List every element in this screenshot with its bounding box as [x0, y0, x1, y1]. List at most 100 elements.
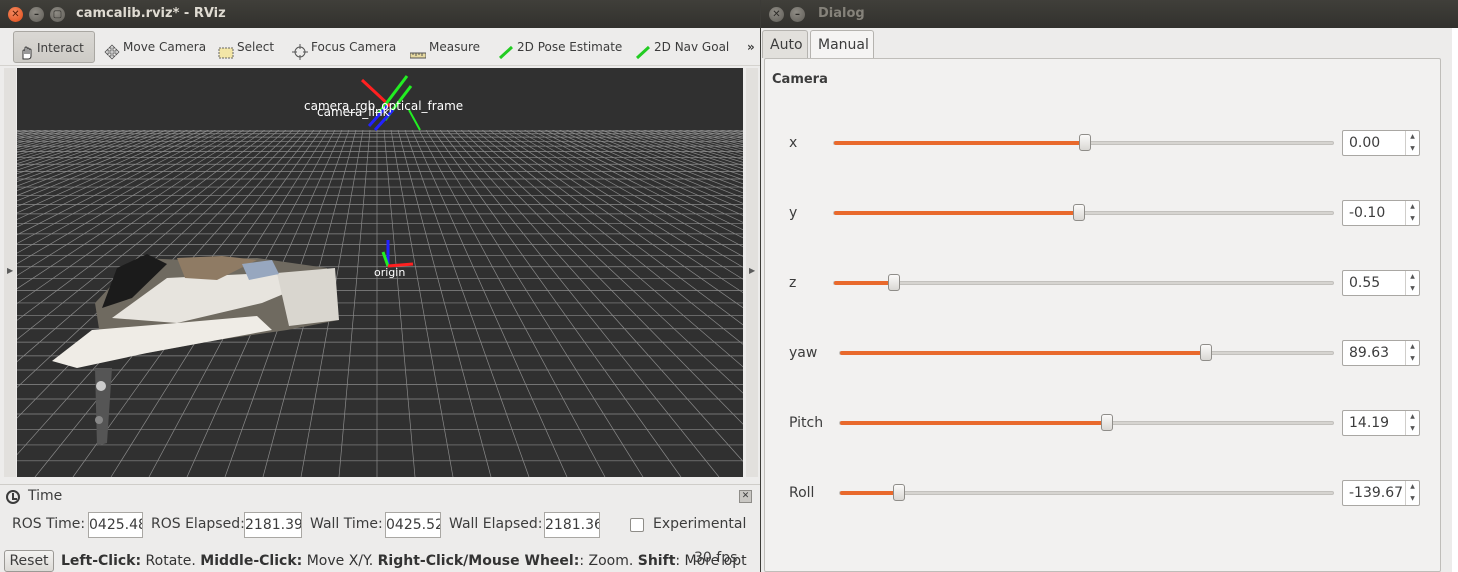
ros-time-field[interactable]: 0425.48	[88, 512, 143, 538]
shift-key: Shift	[637, 553, 676, 569]
crosshair-icon	[292, 40, 308, 60]
experimental-checkbox[interactable]	[630, 518, 644, 532]
toolbar-overflow-button[interactable]: »	[743, 31, 755, 63]
slider-label-roll: Roll	[789, 485, 815, 501]
measure-tool-button[interactable]: Measure	[406, 31, 480, 63]
slider-x[interactable]	[833, 134, 1334, 151]
minimize-window-button[interactable]: –	[29, 7, 44, 22]
slider-label-yaw: yaw	[789, 345, 818, 361]
left-click-desc: Rotate.	[141, 553, 201, 569]
spinbox-value: 0.55	[1349, 275, 1381, 291]
3d-scene: camera_rgb_optical_frame camera_link ori…	[17, 68, 743, 477]
wall-time-label: Wall Time:	[310, 516, 383, 532]
slider-label-pitch: Pitch	[789, 415, 824, 431]
origin-axes	[381, 240, 414, 268]
tab-manual[interactable]: Manual	[810, 30, 874, 60]
spinbox-x[interactable]: 0.00 ▲ ▼	[1342, 130, 1420, 156]
spin-arrows-icon[interactable]: ▲ ▼	[1405, 271, 1419, 295]
fps-readout: 30 fps	[694, 550, 738, 566]
slider-label-x: x	[789, 135, 798, 151]
spinbox-value: 14.19	[1349, 415, 1390, 431]
spinbox-pitch[interactable]: 14.19 ▲ ▼	[1342, 410, 1420, 436]
tab-auto[interactable]: Auto	[762, 30, 808, 58]
spin-arrows-icon[interactable]: ▲ ▼	[1405, 131, 1419, 155]
close-window-button[interactable]: ✕	[8, 7, 23, 22]
focus-camera-tool-button[interactable]: Focus Camera	[288, 31, 396, 63]
window-title: camcalib.rviz* - RViz	[76, 6, 226, 21]
reset-button[interactable]: Reset	[4, 550, 54, 572]
time-panel-header: Time ✕	[4, 487, 756, 507]
dialog-title: Dialog	[818, 6, 865, 21]
interact-tool-button[interactable]: Interact	[13, 31, 95, 63]
measure-label: Measure	[429, 40, 480, 54]
focus-camera-label: Focus Camera	[311, 40, 397, 54]
pose-estimate-tool-button[interactable]: 2D Pose Estimate	[494, 31, 622, 63]
dialog-titlebar: ✕ – Dialog	[761, 0, 1458, 28]
close-panel-button[interactable]: ✕	[739, 490, 752, 503]
wall-time-field[interactable]: 0425.52	[385, 512, 441, 538]
origin-label: origin	[374, 266, 405, 279]
slider-z[interactable]	[833, 274, 1334, 291]
left-dock-handle[interactable]: ▶	[4, 68, 16, 477]
ros-elapsed-label: ROS Elapsed:	[151, 516, 245, 532]
experimental-label: Experimental	[653, 516, 747, 532]
interact-label: Interact	[37, 41, 84, 55]
spinbox-value: 89.63	[1349, 345, 1390, 361]
right-click-desc: : Zoom.	[579, 553, 638, 569]
nav-goal-tool-button[interactable]: 2D Nav Goal	[631, 31, 729, 63]
status-help-text: Left-Click: Rotate. Middle-Click: Move X…	[61, 553, 747, 569]
background-window-edge	[1452, 28, 1458, 572]
spinbox-y[interactable]: -0.10 ▲ ▼	[1342, 200, 1420, 226]
slider-roll[interactable]	[839, 484, 1334, 501]
slider-handle[interactable]	[888, 274, 901, 291]
spin-arrows-icon[interactable]: ▲ ▼	[1405, 411, 1419, 435]
move-camera-tool-button[interactable]: Move Camera	[100, 31, 206, 63]
rviz-window: ✕ – ▢ camcalib.rviz* - RViz Interact Mov…	[0, 0, 760, 572]
wall-elapsed-label: Wall Elapsed:	[449, 516, 543, 532]
spinbox-value: -139.67	[1349, 485, 1404, 501]
select-box-icon	[218, 40, 234, 58]
middle-click-desc: Move X/Y.	[302, 553, 378, 569]
slider-y[interactable]	[833, 204, 1334, 221]
slider-handle[interactable]	[1200, 344, 1213, 361]
slider-label-y: y	[789, 205, 798, 221]
clock-icon	[6, 490, 20, 504]
slider-yaw[interactable]	[839, 344, 1334, 361]
expand-left-icon: ▶	[7, 266, 14, 275]
maximize-window-button[interactable]: ▢	[50, 7, 65, 22]
slider-handle[interactable]	[1101, 414, 1114, 431]
minimize-window-button[interactable]: –	[790, 7, 805, 22]
ros-time-label: ROS Time:	[12, 516, 86, 532]
spinbox-yaw[interactable]: 89.63 ▲ ▼	[1342, 340, 1420, 366]
camera-section-title: Camera	[772, 72, 828, 87]
slider-handle[interactable]	[1073, 204, 1086, 221]
3d-viewport[interactable]: camera_rgb_optical_frame camera_link ori…	[17, 68, 743, 477]
spinbox-value: 0.00	[1349, 135, 1381, 151]
point-cloud	[52, 254, 339, 446]
green-arrow-icon	[498, 40, 514, 59]
spin-arrows-icon[interactable]: ▲ ▼	[1405, 341, 1419, 365]
frame-label-secondary: camera_link	[317, 105, 390, 119]
slider-fill	[834, 281, 895, 285]
spin-arrows-icon[interactable]: ▲ ▼	[1405, 481, 1419, 505]
wall-elapsed-field[interactable]: 2181.36	[544, 512, 600, 538]
close-window-button[interactable]: ✕	[769, 7, 784, 22]
spinbox-roll[interactable]: -139.67 ▲ ▼	[1342, 480, 1420, 506]
rviz-toolbar: Interact Move Camera Select Focus Camera…	[0, 28, 760, 66]
time-panel-title: Time	[28, 488, 63, 504]
left-click-key: Left-Click:	[61, 553, 142, 569]
pose-estimate-label: 2D Pose Estimate	[517, 40, 623, 54]
spinbox-z[interactable]: 0.55 ▲ ▼	[1342, 270, 1420, 296]
right-dock-handle[interactable]: ▶	[746, 68, 758, 477]
slider-fill	[834, 141, 1085, 145]
slider-pitch[interactable]	[839, 414, 1334, 431]
move-arrows-icon	[104, 40, 120, 59]
slider-handle[interactable]	[893, 484, 906, 501]
expand-right-icon: ▶	[749, 266, 756, 275]
right-click-key: Right-Click/Mouse Wheel:	[377, 553, 580, 569]
spin-arrows-icon[interactable]: ▲ ▼	[1405, 201, 1419, 225]
select-tool-button[interactable]: Select	[214, 31, 274, 63]
slider-fill	[834, 211, 1080, 215]
ros-elapsed-field[interactable]: 2181.39	[244, 512, 302, 538]
slider-handle[interactable]	[1078, 134, 1091, 151]
